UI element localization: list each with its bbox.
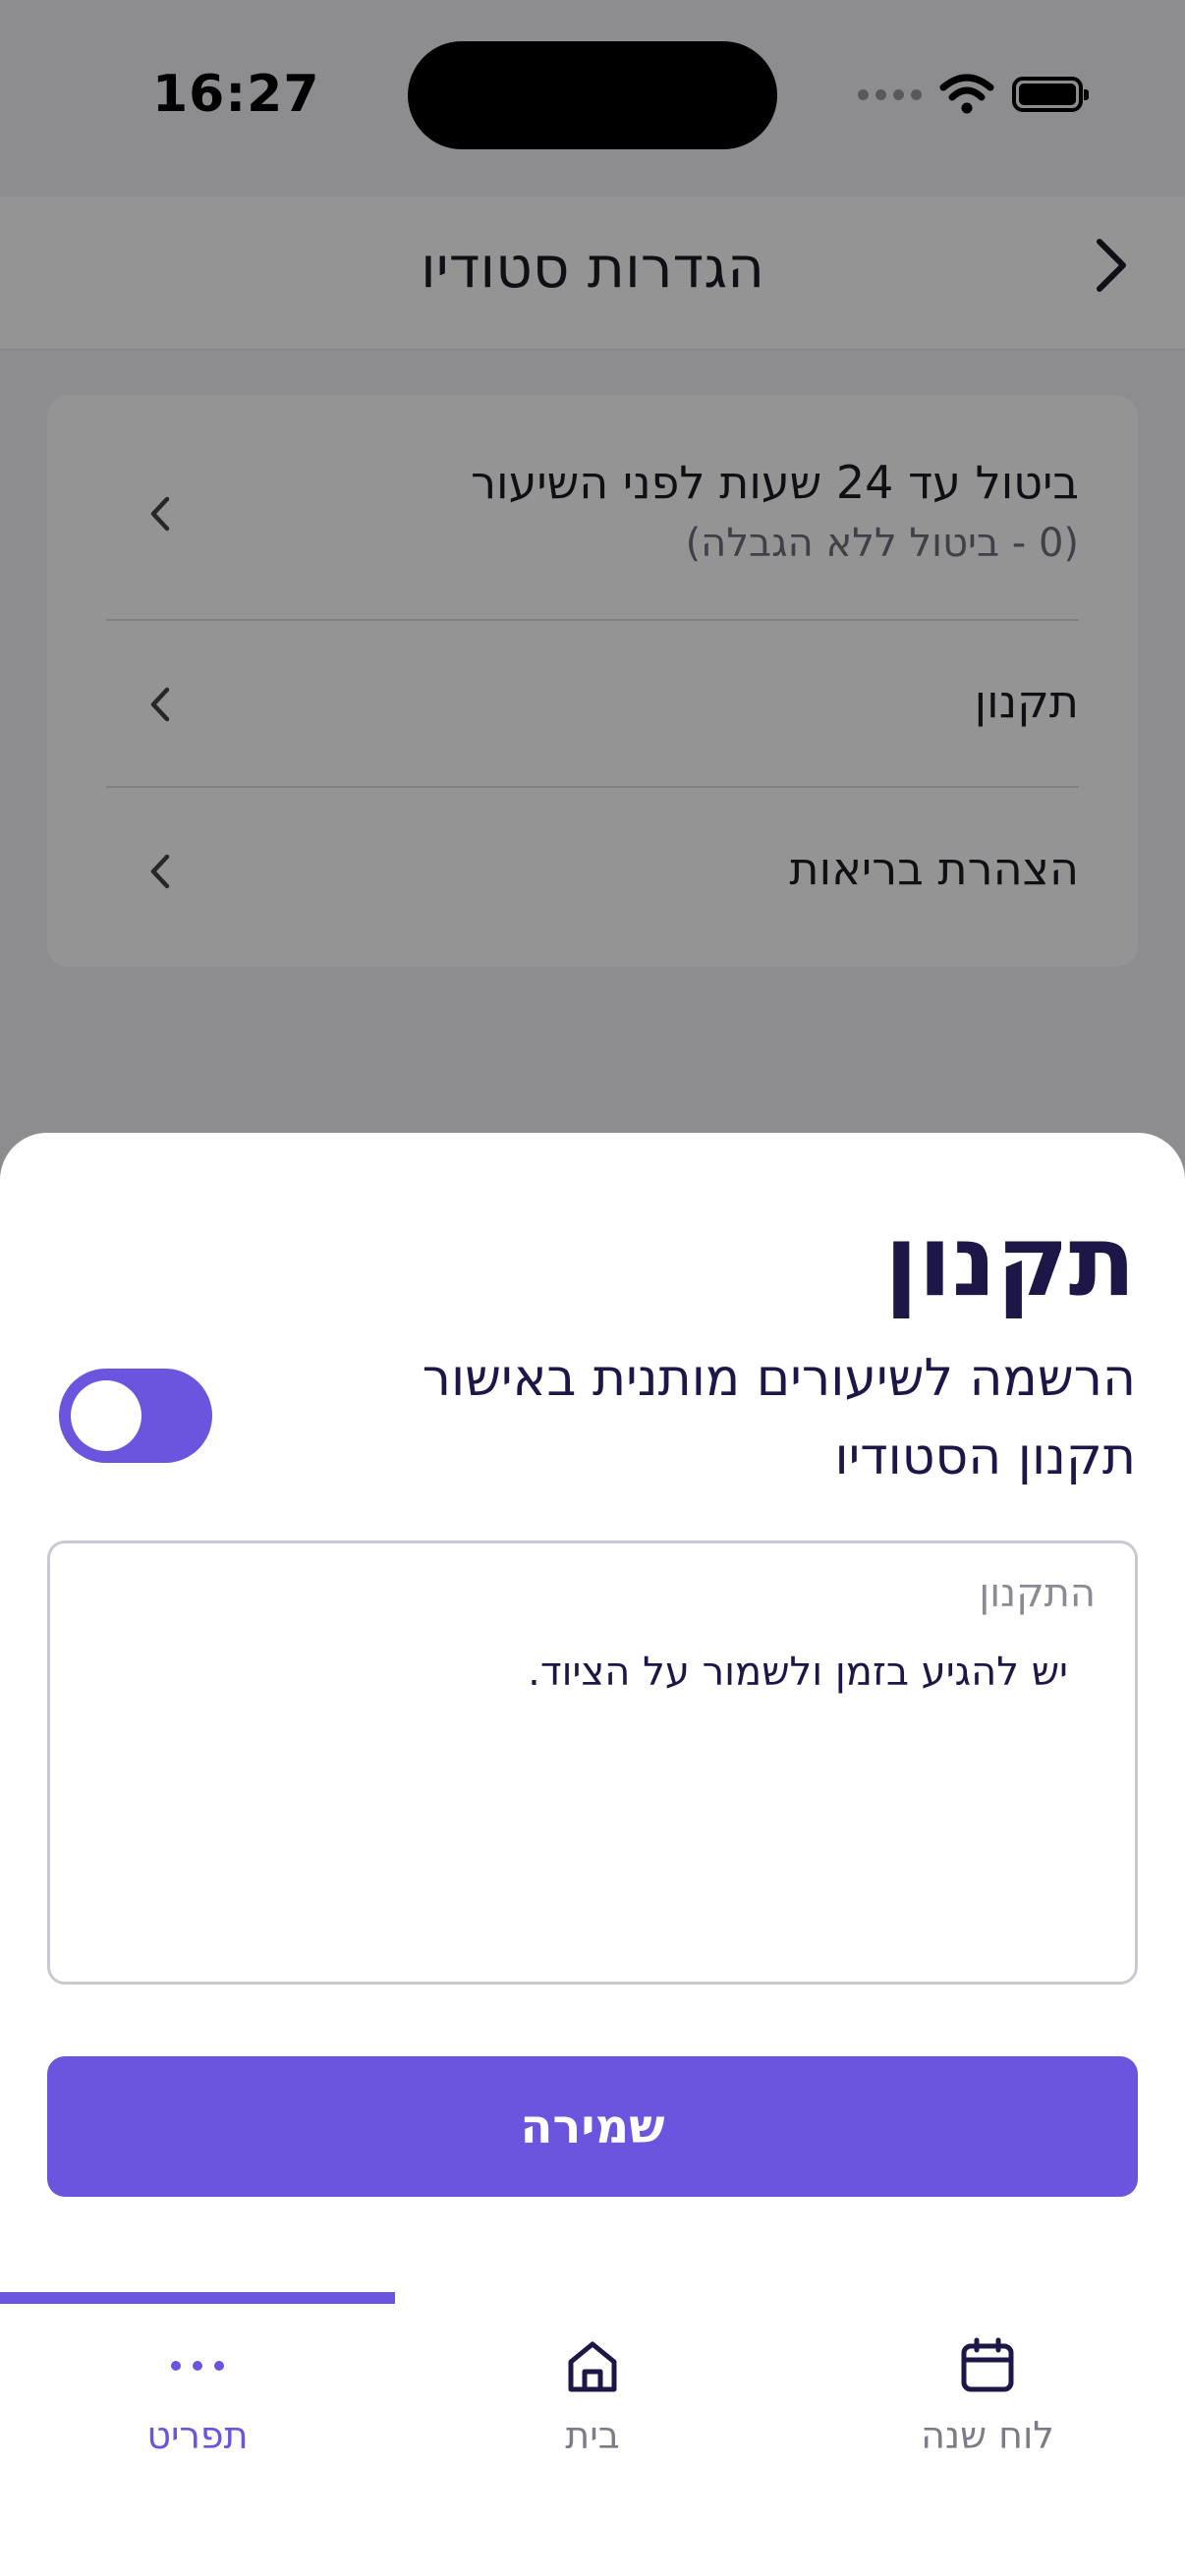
require-regulations-toggle[interactable] [59,1369,212,1463]
textarea-label: התקנון [979,1571,1096,1616]
toggle-knob [71,1380,141,1451]
toggle-label: הרשמה לשיעורים מותנית באישור תקנון הסטוד… [422,1349,1136,1486]
tab-home[interactable]: בית [395,2331,790,2457]
textarea-value: יש להגיע בזמן ולשמור על הציוד. [528,1650,1068,1695]
tab-menu[interactable]: תפריט [0,2331,395,2457]
tab-calendar[interactable]: לוח שנה [790,2331,1185,2457]
tab-label: תפריט [146,2414,249,2457]
active-tab-indicator [0,2292,395,2304]
home-icon [568,2341,617,2392]
save-button[interactable]: שמירה [47,2056,1138,2197]
calendar-icon [961,2337,1014,2392]
more-dots-icon [171,2361,224,2371]
tab-label: בית [565,2414,620,2457]
sheet-title: תקנון [884,1204,1136,1318]
bottom-tab-bar: תפריט בית לוח שנה [0,2292,1185,2576]
regulations-textarea[interactable]: התקנון יש להגיע בזמן ולשמור על הציוד. [47,1540,1138,1985]
tab-label: לוח שנה [921,2414,1054,2457]
